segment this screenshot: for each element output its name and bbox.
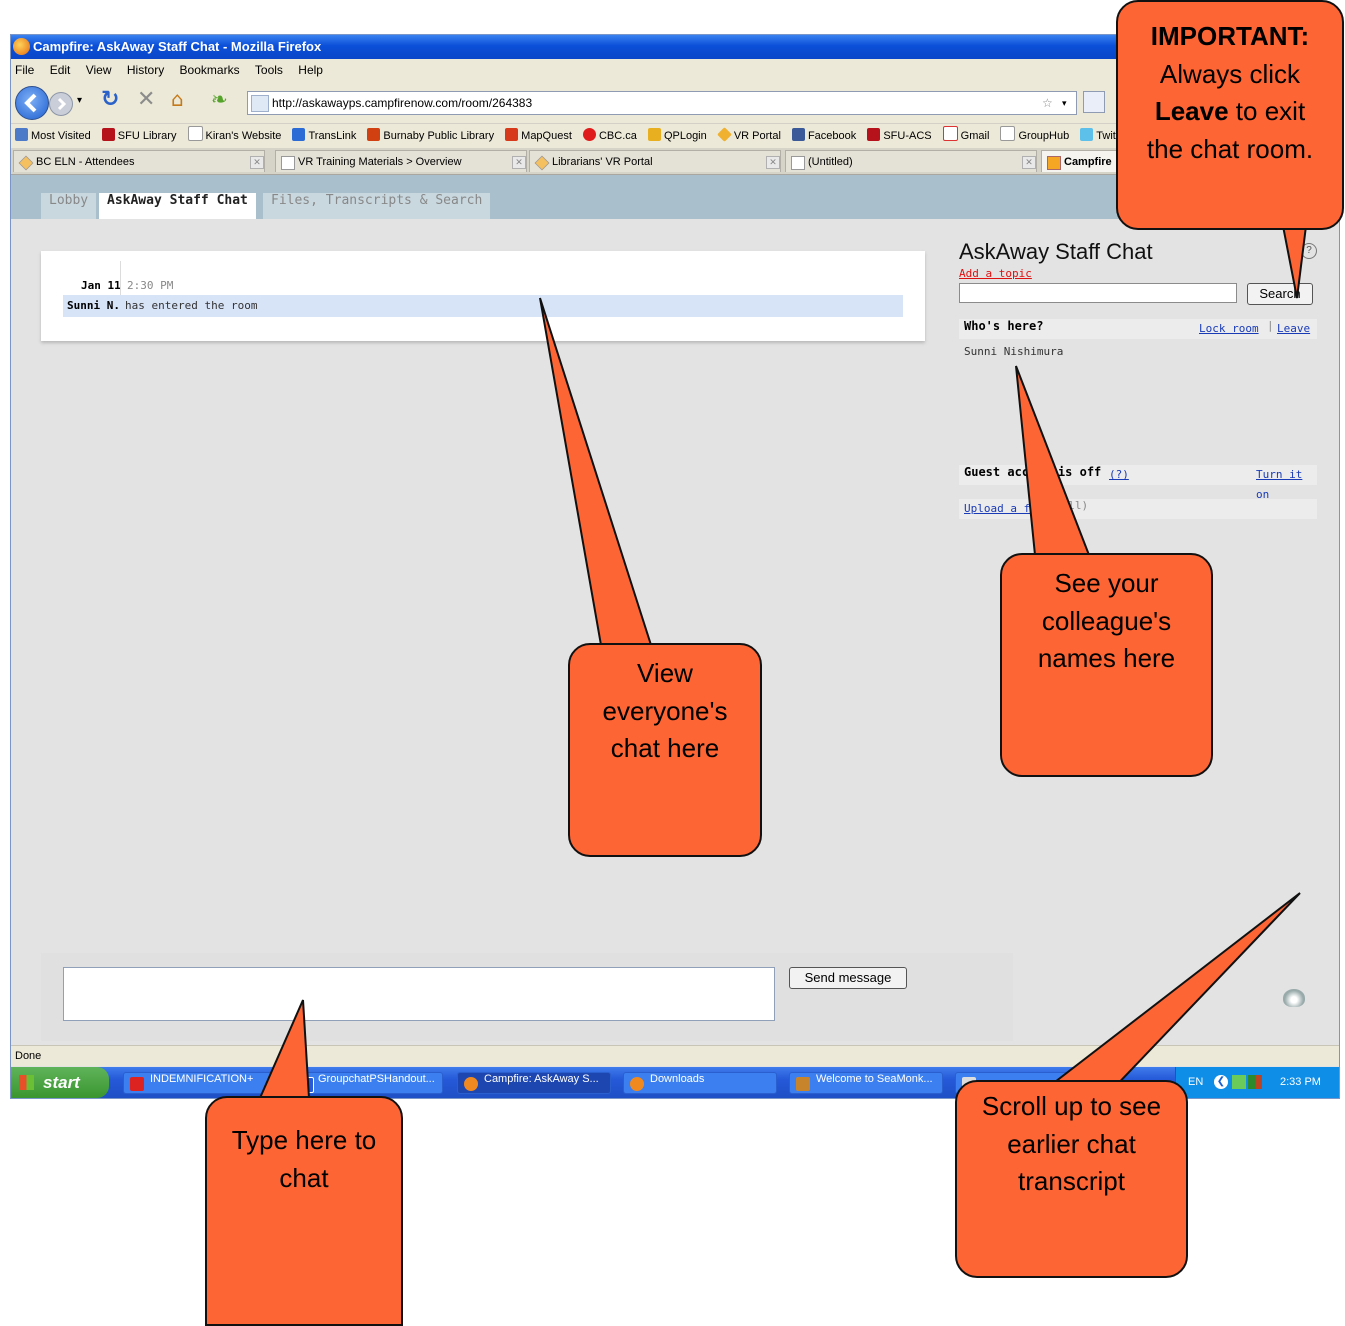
callout-type-here: Type here to chat [205,1096,403,1326]
callout-tail-names [1015,365,1091,556]
callout-tail-scroll [1039,892,1301,1093]
callout-names-line2: colleague's [1041,605,1172,636]
callout-scroll-line3: transcript [1018,1166,1125,1197]
callout-names-line1: See your [1054,568,1159,598]
callout-chat-line3: chat here [610,733,720,764]
callout-important-line3: the chat room. [1146,134,1314,165]
callout-scroll-up: Scroll up to see earlier chat transcript [955,1080,1188,1278]
callout-important-line1: Always click [1159,58,1301,89]
callout-colleague-names: See your colleague's names here [1000,553,1213,777]
callout-chat-line2: everyone's [602,695,728,726]
callout-type-line1: Type here to [231,1125,377,1155]
callout-scroll-line2: earlier chat [1007,1128,1136,1159]
callout-important-heading: IMPORTANT: [1150,21,1310,51]
callout-chat-line1: View [637,658,693,688]
callout-important-line2-wrap: Leave to exit [1118,93,1342,131]
callout-scroll-line1: Scroll up to see [981,1091,1162,1121]
callout-tail-important [1281,225,1308,299]
callout-tail-chat [539,297,653,646]
callout-type-line2: chat [279,1162,329,1193]
callout-tail-type [258,999,311,1099]
callout-view-chat: View everyone's chat here [568,643,762,857]
callout-names-line3: names here [1037,643,1176,674]
callout-important: IMPORTANT: Always click Leave to exit th… [1116,0,1344,230]
callout-important-line2: to exit [1235,96,1306,127]
callout-important-leave: Leave [1154,96,1229,127]
